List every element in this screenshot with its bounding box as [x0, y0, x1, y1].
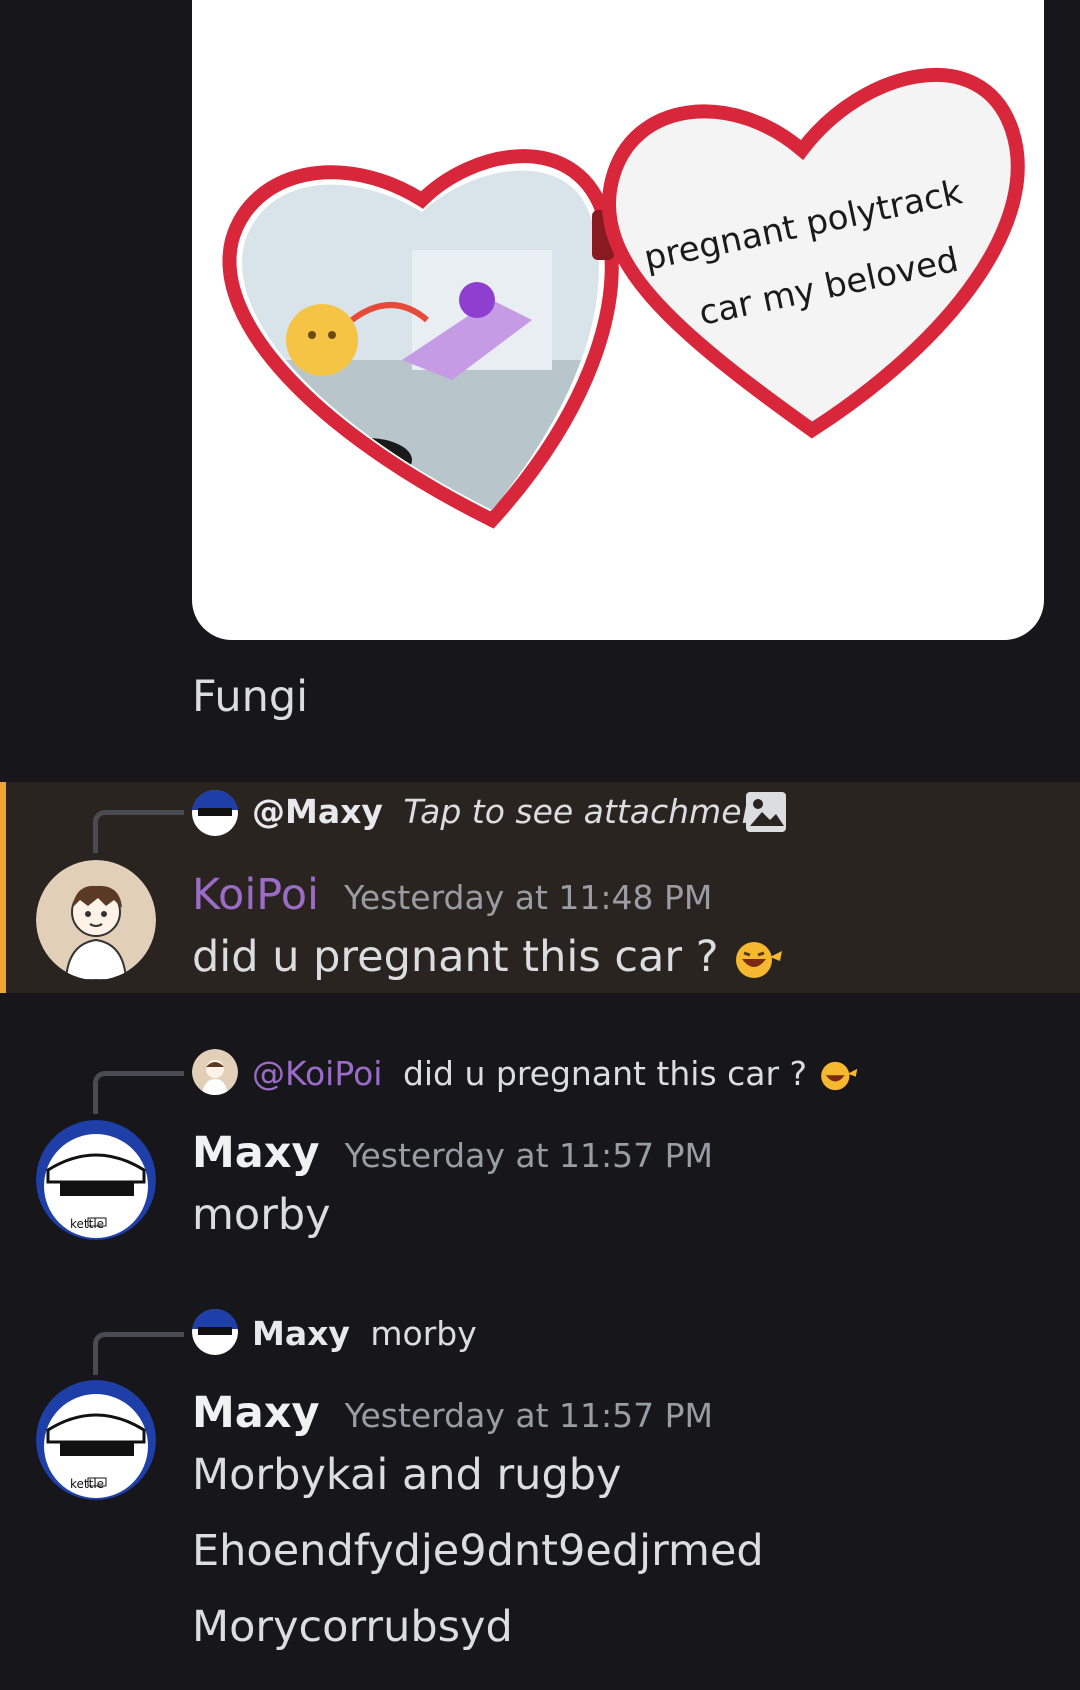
message-header: KoiPoi Yesterday at 11:48 PM	[192, 870, 712, 920]
message-text: Morycorrubsyd	[192, 1602, 513, 1652]
reply-preview[interactable]: @Maxy Tap to see attachment	[252, 792, 775, 831]
reply-author[interactable]: Maxy	[252, 1314, 350, 1353]
reply-preview-text: Tap to see attachment	[403, 792, 776, 831]
reply-avatar-maxy[interactable]	[192, 1309, 238, 1355]
mention-highlight-bar	[0, 782, 6, 993]
message-header: Maxy Yesterday at 11:57 PM	[192, 1128, 713, 1178]
reply-preview-text: did u pregnant this car ?	[402, 1054, 808, 1093]
reply-mention[interactable]: @KoiPoi	[252, 1054, 382, 1093]
message-text: morby	[192, 1190, 331, 1240]
message-text: Fungi	[192, 672, 309, 722]
reply-preview[interactable]: @KoiPoi did u pregnant this car ?	[252, 1054, 862, 1093]
message-header: Maxy Yesterday at 11:57 PM	[192, 1388, 713, 1438]
message-text: Morbykai and rugby	[192, 1450, 622, 1500]
reply-connector	[93, 1071, 184, 1114]
laughing-emoji-icon	[732, 939, 788, 981]
timestamp: Yesterday at 11:48 PM	[344, 878, 713, 917]
image-attachment[interactable]: pregnant polytrack car my beloved	[192, 0, 1044, 640]
reply-connector	[93, 1332, 184, 1375]
reply-avatar-koipoi[interactable]	[192, 1049, 238, 1095]
timestamp: Yesterday at 11:57 PM	[344, 1136, 713, 1175]
reply-preview-text: morby	[370, 1314, 477, 1353]
avatar-maxy[interactable]: kettle	[36, 1380, 156, 1500]
svg-text:kettle: kettle	[70, 1217, 104, 1231]
reply-connector	[93, 810, 184, 853]
laughing-emoji-icon	[818, 1059, 862, 1093]
reply-preview[interactable]: Maxy morby	[252, 1314, 477, 1353]
timestamp: Yesterday at 11:57 PM	[344, 1396, 713, 1435]
author-name[interactable]: KoiPoi	[192, 870, 319, 920]
heart-locket-image: pregnant polytrack car my beloved	[222, 67, 1025, 529]
reply-avatar-maxy[interactable]	[192, 790, 238, 836]
author-name[interactable]: Maxy	[192, 1388, 320, 1438]
message-text-content: did u pregnant this car ?	[192, 932, 719, 982]
avatar-koipoi[interactable]	[36, 860, 156, 980]
message-text: did u pregnant this car ?	[192, 932, 788, 982]
svg-text:kettle: kettle	[70, 1477, 104, 1491]
author-name[interactable]: Maxy	[192, 1128, 320, 1178]
avatar-maxy[interactable]: kettle	[36, 1120, 156, 1240]
message-text: Ehoendfydje9dnt9edjrmed	[192, 1526, 764, 1576]
image-icon	[746, 792, 786, 832]
reply-mention[interactable]: @Maxy	[252, 792, 383, 831]
